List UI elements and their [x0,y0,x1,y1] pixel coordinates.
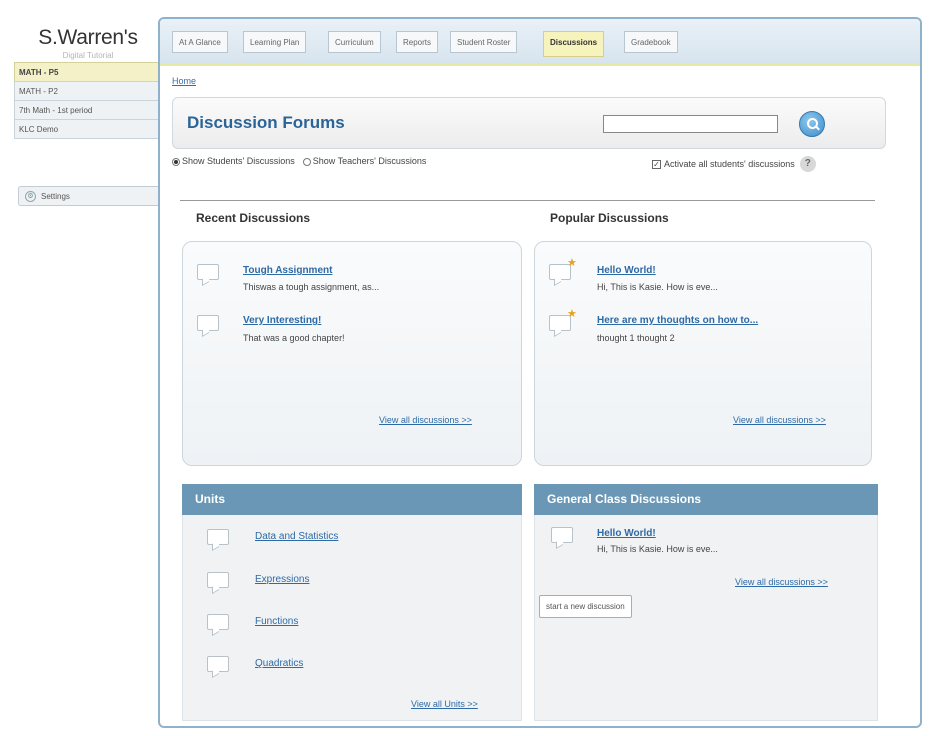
brand: S.Warren's Digital Tutorial [18,26,158,60]
general-discussions-header: General Class Discussions [534,484,878,515]
units-header: Units [182,484,522,515]
radio-show-students[interactable]: Show Students' Discussions [172,156,295,166]
app-page: S.Warren's Digital Tutorial MATH - P5 MA… [0,0,937,736]
unit-link-data-and-statistics[interactable]: Data and Statistics [255,531,338,542]
tab-gradebook[interactable]: Gradebook [624,31,678,53]
brand-subtitle: Digital Tutorial [62,51,114,60]
search-input[interactable] [603,115,778,133]
discussion-link[interactable]: Hello World! [597,265,656,276]
view-all-units-link[interactable]: View all Units >> [411,699,478,709]
activate-all-checkbox[interactable]: ✓ [652,159,661,169]
breadcrumb-home[interactable]: Home [172,76,196,86]
tab-reports[interactable]: Reports [396,31,439,53]
general-discussions-panel: Hello World! Hi, This is Kasie. How is e… [534,515,878,721]
recent-discussions-title: Recent Discussions [196,211,311,225]
discussion-snippet: Hi, This is Kasie. How is eve... [597,282,718,292]
star-icon: ★ [567,257,577,269]
class-item-math-p2[interactable]: MATH - P2 [14,81,160,101]
comment-icon [207,656,229,672]
activate-all-label: Activate all students' discussions [664,159,795,169]
discussion-snippet: Hi, This is Kasie. How is eve... [597,544,718,554]
comment-icon [207,572,229,588]
class-list: MATH - P5 MATH - P2 7th Math - 1st perio… [14,62,160,139]
tab-student-roster[interactable]: Student Roster [450,31,518,53]
help-icon[interactable]: ? [799,156,816,172]
discussion-snippet: thought 1 thought 2 [597,333,675,343]
popular-discussions-panel: ★ Hello World! Hi, This is Kasie. How is… [534,241,872,466]
discussion-link[interactable]: Very Interesting! [243,315,321,326]
popular-discussions-title: Popular Discussions [550,211,669,225]
star-icon: ★ [567,308,577,320]
tab-learning-plan[interactable]: Learning Plan [243,31,307,53]
comment-icon [207,614,229,630]
settings-label: Settings [41,191,70,201]
tab-at-a-glance[interactable]: At A Glance [172,31,228,53]
main-frame: At A Glance Learning Plan Curriculum Rep… [158,17,922,728]
recent-discussions-panel: Tough Assignment Thiswas a tough assignm… [182,241,522,466]
view-all-popular-link[interactable]: View all discussions >> [733,415,826,425]
discussion-filter: Show Students' Discussions Show Teachers… [172,156,426,166]
view-all-general-link[interactable]: View all discussions >> [735,577,828,587]
radio-empty-icon [302,157,311,166]
units-panel: Data and Statistics Expressions Function… [182,515,522,721]
tab-discussions[interactable]: Discussions [543,31,605,57]
settings-button[interactable]: ⚙ Settings [18,186,160,206]
discussion-link[interactable]: Here are my thoughts on how to... [597,315,758,326]
class-item-7th-math[interactable]: 7th Math - 1st period [14,100,160,120]
discussion-snippet: That was a good chapter! [243,333,345,343]
search-icon[interactable] [799,111,825,137]
discussion-snippet: Thiswas a tough assignment, as... [243,282,380,292]
forum-header: Discussion Forums [172,97,886,149]
comment-icon [197,315,219,331]
gear-icon: ⚙ [25,190,36,202]
comment-icon [551,527,573,543]
activate-all-row: ✓ Activate all students' discussions ? [652,156,816,172]
discussion-link[interactable]: Tough Assignment [243,265,332,276]
radio-show-teachers[interactable]: Show Teachers' Discussions [302,156,426,166]
class-item-math-p5[interactable]: MATH - P5 [14,62,160,82]
discussion-link[interactable]: Hello World! [597,528,656,539]
tab-curriculum[interactable]: Curriculum [328,31,381,53]
radio-selected-icon [172,157,180,166]
unit-link-expressions[interactable]: Expressions [255,574,309,585]
unit-link-functions[interactable]: Functions [255,616,298,627]
comment-icon [197,264,219,280]
page-title: Discussion Forums [187,113,345,132]
divider [180,200,875,201]
class-item-klc-demo[interactable]: KLC Demo [14,119,160,139]
start-new-discussion-button[interactable]: start a new discussion [539,595,632,618]
view-all-recent-link[interactable]: View all discussions >> [379,415,472,425]
unit-link-quadratics[interactable]: Quadratics [255,658,303,669]
comment-icon [207,529,229,545]
tab-bar: At A Glance Learning Plan Curriculum Rep… [160,19,920,66]
brand-title: S.Warren's [38,26,138,49]
